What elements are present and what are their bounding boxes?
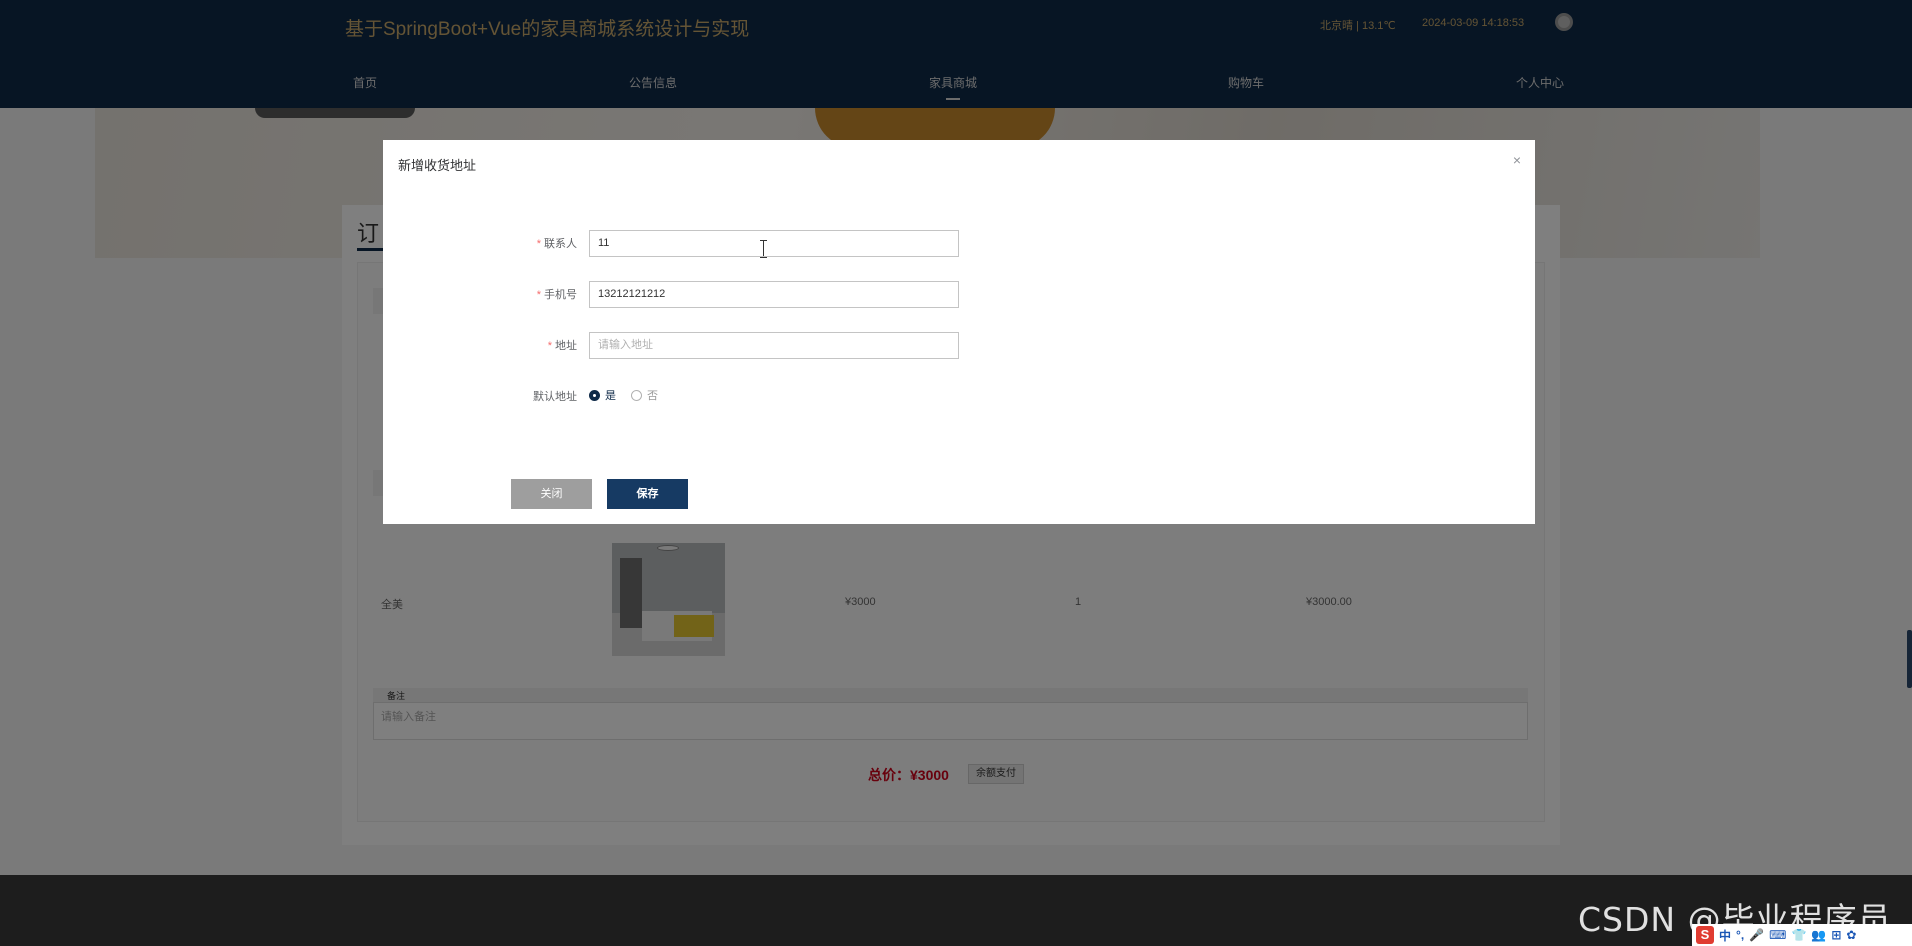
default-no-radio[interactable]: 否 [631,387,658,403]
ime-chinese-icon[interactable]: 中 [1719,927,1731,944]
radio-unchecked-icon [631,389,642,401]
address-input[interactable]: 请输入地址 [589,332,959,359]
sogou-logo-icon[interactable]: S [1696,926,1714,944]
default-yes-radio[interactable]: 是 [589,387,616,403]
ime-keyboard-icon[interactable]: ⌨ [1769,928,1786,942]
contact-label: * 联系人 [536,238,577,250]
ime-user-icon[interactable]: 👥 [1811,928,1826,942]
close-button[interactable]: 关闭 [511,479,592,509]
ime-grid-icon[interactable]: ⊞ [1831,928,1841,942]
ime-toolbar: S 中 °, 🎤 ⌨ 👕 👥 ⊞ ✿ [1692,924,1912,946]
default-address-label: 默认地址 [533,391,577,403]
radio-checked-icon [589,389,600,401]
add-address-dialog: 新增收货地址 × * 联系人 11 * 手机号 13212121212 * 地址 请输… [383,140,1535,524]
close-icon[interactable]: × [1513,152,1521,168]
ime-punctuation-icon[interactable]: °, [1736,928,1744,942]
phone-input[interactable]: 13212121212 [589,281,959,308]
phone-label: * 手机号 [536,289,577,301]
save-button[interactable]: 保存 [607,479,688,509]
ime-voice-icon[interactable]: 🎤 [1749,928,1764,942]
contact-input[interactable]: 11 [589,230,959,257]
ime-skin-icon[interactable]: 👕 [1791,928,1806,942]
text-cursor-icon [760,240,768,258]
dialog-title: 新增收货地址 [398,158,477,173]
default-address-radio-group: 是 否 [589,387,673,403]
ime-settings-icon[interactable]: ✿ [1846,928,1856,942]
address-label: * 地址 [547,340,577,352]
